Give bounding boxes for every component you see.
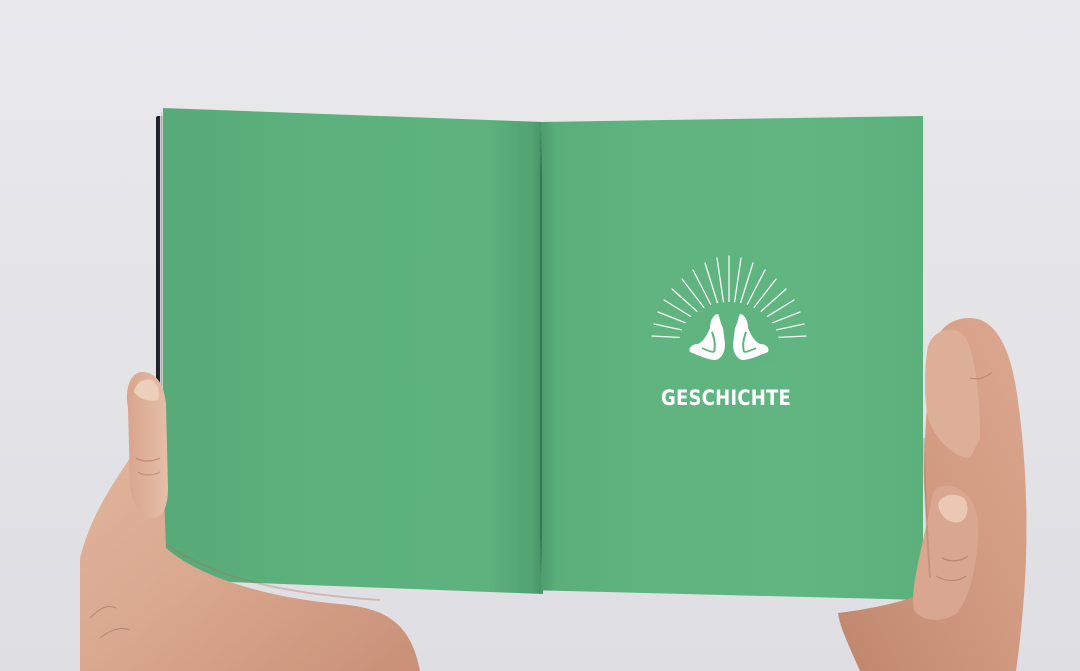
page-title: GESCHICHTE xyxy=(660,386,791,410)
right-hand xyxy=(820,318,1080,671)
photo-scene: GESCHICHTE xyxy=(0,0,1080,671)
left-hand xyxy=(80,368,420,671)
booklet-spine xyxy=(540,128,542,578)
sunburst-with-raised-arms-icon xyxy=(644,252,814,386)
